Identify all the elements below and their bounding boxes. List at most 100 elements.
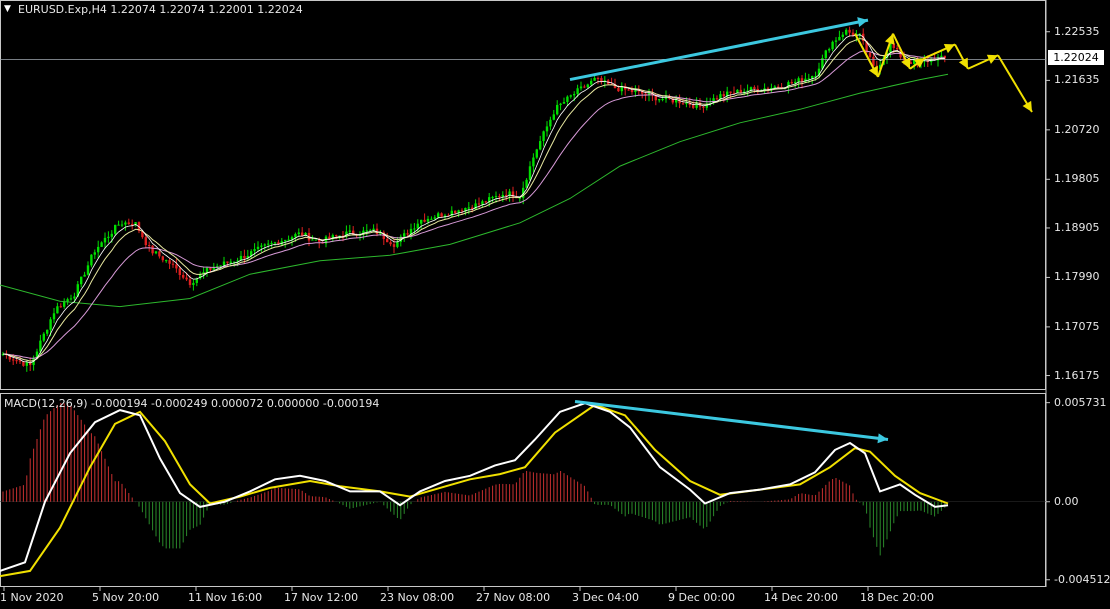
current-price-badge: 1.22024 [1048,50,1104,65]
candle-body [940,55,943,57]
candle-body [831,41,834,50]
candle-body [634,90,637,93]
candle-body [777,86,780,88]
time-tick-label: 18 Dec 20:00 [860,591,934,604]
candle-body [100,242,103,247]
price-tick-label: 1.17990 [1054,270,1100,284]
candle-body [209,267,212,270]
price-tick-label: 1.17075 [1054,319,1100,333]
candle-body [838,36,841,41]
candle-body [872,56,875,66]
candle-body [593,77,596,81]
candle-body [114,224,117,234]
candle-body [284,239,287,242]
candle-body [569,95,572,97]
candle-body [566,96,569,103]
candle-body [481,201,484,205]
candle-body [477,203,481,205]
chart-menu-icon[interactable]: ▼ [4,4,11,14]
candle-body [205,267,209,273]
candle-body [579,86,583,89]
candle-body [586,84,589,88]
candle-body [229,261,232,263]
price-tick-label: 1.20720 [1054,122,1100,136]
candle-body [22,361,25,366]
candle-body [294,234,297,238]
candle-body [681,103,685,105]
candle-body [226,261,229,263]
candle-body [124,222,127,225]
candle-body [297,232,300,235]
candle-body [93,252,96,255]
time-tick-label: 23 Nov 08:00 [380,591,455,604]
candle-body [348,230,351,232]
candle-body [168,260,171,264]
candle-body [63,301,66,307]
candle-body [97,246,100,253]
candle-body [158,251,161,257]
chart-canvas[interactable] [0,0,1110,609]
candle-body [848,29,851,33]
candle-body [222,261,226,266]
candle-body [845,29,848,35]
candle-body [437,213,440,218]
candle-body [52,313,56,320]
main-chart-title: EURUSD.Exp,H4 1.22074 1.22074 1.22001 1.… [18,3,303,16]
candle-body [753,87,756,89]
candle-body [372,228,375,231]
candle-body [83,274,86,277]
candle-body [430,218,433,220]
candle-body [692,105,695,108]
candle-body [260,245,263,247]
candle-body [834,40,838,42]
candle-body [103,237,107,243]
candle-body [440,213,443,217]
candle-body [685,102,688,104]
macd-tick-label: 0.005731 [1054,395,1107,409]
candle-body [42,333,45,341]
candle-body [841,34,844,37]
candle-body [498,196,501,198]
candle-body [661,99,664,101]
time-tick-label: 9 Dec 00:00 [668,591,735,604]
candle-body [729,91,732,93]
candle-body [165,260,168,262]
time-tick-label: 11 Nov 16:00 [188,591,263,604]
candle-body [535,149,538,158]
candle-body [273,242,277,244]
candle-body [69,298,73,300]
candle-body [549,119,552,127]
candle-body [528,166,532,180]
candle-body [86,265,90,275]
time-tick-label: 3 Dec 04:00 [572,591,639,604]
price-tick-label: 1.16175 [1054,368,1100,382]
candle-body [491,197,494,199]
candle-body [270,242,273,244]
candle-body [287,239,290,241]
time-tick-label: 5 Nov 20:00 [92,591,160,604]
candle-body [219,265,222,267]
macd-tick-label: -0.004512 [1054,572,1110,586]
candle-body [267,243,270,245]
candle-body [392,244,396,247]
candle-body [552,114,555,120]
candle-body [182,275,185,278]
candle-body [188,279,192,285]
candle-body [15,360,18,362]
candle-body [416,223,419,229]
candle-body [505,194,508,197]
candle-body [243,255,246,259]
candle-body [263,244,266,246]
candle-body [253,249,256,252]
candle-body [573,94,576,96]
candle-body [627,89,630,91]
candle-body [426,218,430,222]
candle-body [658,99,661,101]
candle-body [192,282,195,285]
time-tick-label: 1 Nov 2020 [0,591,64,604]
candle-body [386,239,389,243]
candle-body [161,256,164,261]
candle-body [511,191,515,198]
candle-body [828,49,831,51]
candle-body [583,86,586,88]
